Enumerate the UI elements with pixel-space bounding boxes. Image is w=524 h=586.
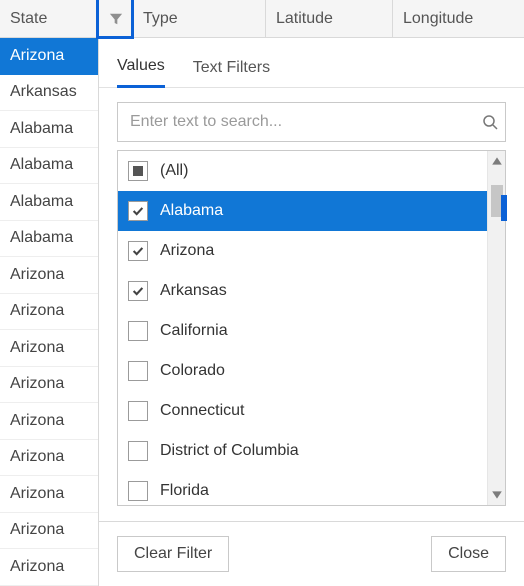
value-label: California bbox=[160, 322, 477, 340]
values-scrollbar[interactable] bbox=[487, 151, 505, 505]
column-filter-button[interactable] bbox=[99, 0, 133, 37]
values-list-container: (All) Alabama Arizona Arkansas California Col… bbox=[117, 150, 506, 506]
value-label: District of Columbia bbox=[160, 442, 477, 460]
search-icon[interactable] bbox=[482, 114, 498, 130]
value-row[interactable]: California bbox=[118, 311, 487, 351]
search-box bbox=[117, 102, 506, 142]
button-label: Clear Filter bbox=[134, 545, 212, 562]
search-input[interactable] bbox=[117, 102, 506, 142]
state-cell[interactable]: Alabama bbox=[0, 221, 98, 258]
tab-text-filters[interactable]: Text Filters bbox=[193, 59, 270, 87]
value-label: Arkansas bbox=[160, 282, 477, 300]
state-cell-label: Alabama bbox=[10, 229, 73, 247]
state-cell[interactable]: Arizona bbox=[0, 549, 98, 586]
check-icon bbox=[131, 244, 145, 258]
scroll-down-icon[interactable] bbox=[491, 489, 503, 501]
state-cell[interactable]: Arizona bbox=[0, 513, 98, 550]
value-label: (All) bbox=[160, 162, 477, 180]
column-header-label: State bbox=[10, 10, 47, 28]
state-cell-label: Arizona bbox=[10, 339, 64, 357]
filter-panel: Values Text Filters (All) Alabama Arizona A… bbox=[99, 38, 524, 586]
state-cell[interactable]: Alabama bbox=[0, 184, 98, 221]
column-header-label: Latitude bbox=[276, 10, 333, 28]
state-cell[interactable]: Arizona bbox=[0, 330, 98, 367]
funnel-icon bbox=[109, 12, 123, 26]
tab-label: Values bbox=[117, 57, 165, 74]
checkbox[interactable] bbox=[128, 481, 148, 501]
checkbox[interactable] bbox=[128, 241, 148, 261]
filter-tabs: Values Text Filters bbox=[99, 38, 524, 88]
value-label: Arizona bbox=[160, 242, 477, 260]
column-header-label: Type bbox=[143, 10, 178, 28]
value-row[interactable]: Florida bbox=[118, 471, 487, 505]
value-row[interactable]: Colorado bbox=[118, 351, 487, 391]
state-cell-label: Arizona bbox=[10, 448, 64, 466]
state-cell[interactable]: Arizona bbox=[0, 294, 98, 331]
state-cell-label: Arizona bbox=[10, 485, 64, 503]
value-label: Alabama bbox=[160, 202, 477, 220]
value-label: Colorado bbox=[160, 362, 477, 380]
checkbox[interactable] bbox=[128, 161, 148, 181]
checkbox[interactable] bbox=[128, 201, 148, 221]
value-row[interactable]: Arkansas bbox=[118, 271, 487, 311]
body: Arizona Arkansas Alabama Alabama Alabama Alab… bbox=[0, 38, 524, 586]
value-row[interactable]: District of Columbia bbox=[118, 431, 487, 471]
value-label: Florida bbox=[160, 482, 477, 500]
column-header-state[interactable]: State bbox=[0, 0, 99, 37]
state-cell-label: Arizona bbox=[10, 302, 64, 320]
clear-filter-button[interactable]: Clear Filter bbox=[117, 536, 229, 572]
state-cell[interactable]: Arizona bbox=[0, 38, 98, 75]
column-header-type[interactable]: Type bbox=[133, 0, 266, 37]
state-cell[interactable]: Alabama bbox=[0, 111, 98, 148]
state-cell[interactable]: Arizona bbox=[0, 403, 98, 440]
state-column: Arizona Arkansas Alabama Alabama Alabama Alab… bbox=[0, 38, 99, 586]
state-cell-label: Arizona bbox=[10, 521, 64, 539]
state-cell-label: Arizona bbox=[10, 266, 64, 284]
state-cell-label: Arkansas bbox=[10, 83, 77, 101]
filter-footer: Clear Filter Close bbox=[99, 521, 524, 586]
state-cell[interactable]: Arizona bbox=[0, 257, 98, 294]
value-row[interactable]: Alabama bbox=[118, 191, 487, 231]
state-cell[interactable]: Arizona bbox=[0, 476, 98, 513]
check-icon bbox=[131, 284, 145, 298]
state-cell-label: Alabama bbox=[10, 193, 73, 211]
state-cell-label: Arizona bbox=[10, 375, 64, 393]
column-header-longitude[interactable]: Longitude bbox=[393, 0, 524, 37]
scroll-selection-marker bbox=[501, 195, 507, 221]
checkbox[interactable] bbox=[128, 361, 148, 381]
value-row[interactable]: Connecticut bbox=[118, 391, 487, 431]
tab-values[interactable]: Values bbox=[117, 57, 165, 88]
grid-header-row: State Type Latitude Longitude bbox=[0, 0, 524, 38]
close-button[interactable]: Close bbox=[431, 536, 506, 572]
scroll-up-icon[interactable] bbox=[491, 155, 503, 167]
check-icon bbox=[131, 204, 145, 218]
column-header-label: Longitude bbox=[403, 10, 473, 28]
checkbox[interactable] bbox=[128, 401, 148, 421]
state-cell-label: Alabama bbox=[10, 156, 73, 174]
values-list: (All) Alabama Arizona Arkansas California Col… bbox=[118, 151, 487, 505]
tab-label: Text Filters bbox=[193, 59, 270, 76]
checkbox[interactable] bbox=[128, 441, 148, 461]
value-row-all[interactable]: (All) bbox=[118, 151, 487, 191]
state-cell-label: Arizona bbox=[10, 412, 64, 430]
state-cell[interactable]: Arizona bbox=[0, 367, 98, 404]
value-row[interactable]: Arizona bbox=[118, 231, 487, 271]
checkbox[interactable] bbox=[128, 281, 148, 301]
column-header-latitude[interactable]: Latitude bbox=[266, 0, 393, 37]
state-cell-label: Arizona bbox=[10, 47, 64, 65]
search-wrap bbox=[99, 88, 524, 150]
state-cell[interactable]: Arizona bbox=[0, 440, 98, 477]
state-cell-label: Arizona bbox=[10, 558, 64, 576]
app-root: State Type Latitude Longitude Arizona Ark… bbox=[0, 0, 524, 586]
state-cell[interactable]: Arkansas bbox=[0, 75, 98, 112]
state-cell[interactable]: Alabama bbox=[0, 148, 98, 185]
checkbox[interactable] bbox=[128, 321, 148, 341]
state-cell-label: Alabama bbox=[10, 120, 73, 138]
value-label: Connecticut bbox=[160, 402, 477, 420]
button-label: Close bbox=[448, 545, 489, 562]
